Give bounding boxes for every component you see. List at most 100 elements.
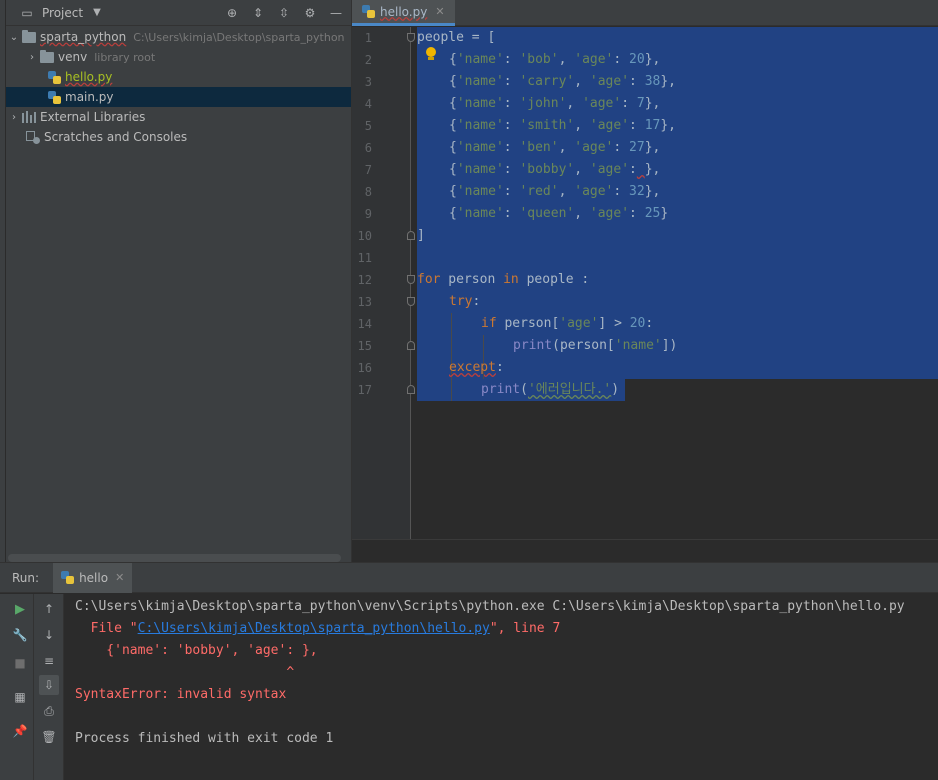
console-file-line: File "C:\Users\kimja\Desktop\sparta_pyth… xyxy=(75,621,561,636)
tree-item-root[interactable]: ⌄ sparta_python C:\Users\kimja\Desktop\s… xyxy=(6,27,351,47)
chevron-right-icon[interactable]: › xyxy=(24,52,40,63)
code-line-14: if person['age'] > 20: xyxy=(481,316,654,331)
line-number: 14 xyxy=(357,317,372,331)
code-line-13: try: xyxy=(449,294,481,309)
run-tab-hello[interactable]: hello ✕ xyxy=(53,562,133,593)
code-line-17: print('에러입니다.') xyxy=(481,382,620,397)
collapse-all-icon[interactable]: ⇳ xyxy=(275,4,293,22)
python-file-icon xyxy=(362,5,375,18)
wrench-icon[interactable]: 🔧 xyxy=(10,625,30,645)
console-exit-line: Process finished with exit code 1 xyxy=(75,731,334,746)
folder-icon xyxy=(22,29,36,43)
chevron-down-icon[interactable]: ▼ xyxy=(93,7,101,18)
locate-icon[interactable]: ⊕ xyxy=(223,4,241,22)
run-toolbar-left: ▶ 🔧 ■ ▦ 📌 xyxy=(0,594,34,780)
tree-item-scratches[interactable]: Scratches and Consoles xyxy=(6,127,351,147)
tree-root-path: C:\Users\kimja\Desktop\sparta_python xyxy=(133,30,345,44)
line-gutter: 1 2 3 4 5 6 7 8 9 10 11 12 13 14 15 16 1… xyxy=(352,27,415,539)
line-number: 15 xyxy=(357,339,372,353)
line-number: 4 xyxy=(364,97,372,111)
trash-icon[interactable]: 🗑 xyxy=(39,727,59,747)
code-area[interactable]: people = [ {'name': 'bob', 'age': 20}, {… xyxy=(417,27,938,539)
expand-all-icon[interactable]: ⇕ xyxy=(249,4,267,22)
tree-item-main[interactable]: main.py xyxy=(6,87,351,107)
fold-marker-icon[interactable] xyxy=(407,297,415,306)
fold-marker-icon[interactable] xyxy=(407,275,415,284)
python-file-icon xyxy=(48,90,61,104)
console-output[interactable]: C:\Users\kimja\Desktop\sparta_python\ven… xyxy=(75,596,938,750)
line-number: 17 xyxy=(357,383,372,397)
line-number: 12 xyxy=(357,273,372,287)
console-command-line: C:\Users\kimja\Desktop\sparta_python\ven… xyxy=(75,599,905,614)
tab-hello-py[interactable]: hello.py ✕ xyxy=(352,0,455,26)
run-header: Run: hello ✕ xyxy=(0,562,938,593)
code-line-10: ] xyxy=(417,228,425,243)
code-line-8: {'name': 'red', 'age': 32}, xyxy=(449,184,661,199)
tree-item-label: main.py xyxy=(65,90,114,104)
project-title[interactable]: Project xyxy=(42,6,83,20)
scratches-icon xyxy=(26,130,40,144)
code-line-5: {'name': 'smith', 'age': 17}, xyxy=(449,118,677,133)
python-file-icon xyxy=(61,571,75,584)
code-line-12: for person in people : xyxy=(417,272,590,287)
editor-breadcrumb-bar xyxy=(352,539,938,562)
code-line-4: {'name': 'john', 'age': 7}, xyxy=(449,96,661,111)
arrow-down-icon[interactable]: ↓ xyxy=(39,625,59,645)
tree-item-external-libraries[interactable]: › External Libraries xyxy=(6,107,351,127)
tree-item-label: Scratches and Consoles xyxy=(44,130,188,144)
console-file-link[interactable]: C:\Users\kimja\Desktop\sparta_python\hel… xyxy=(138,621,490,636)
line-number: 13 xyxy=(357,295,372,309)
code-line-16: except: xyxy=(449,360,504,375)
project-toolbar: ⊕ ⇕ ⇳ ⚙ — xyxy=(223,4,351,22)
code-line-2: {'name': 'bob', 'age': 20}, xyxy=(449,52,661,67)
code-line-15: print(person['name']) xyxy=(513,338,678,353)
tree-item-venv[interactable]: › venv library root xyxy=(6,47,351,67)
run-label: Run: xyxy=(12,570,40,585)
lightbulb-icon[interactable] xyxy=(425,47,437,61)
rerun-icon[interactable]: ▶ xyxy=(10,599,30,619)
close-icon[interactable]: ✕ xyxy=(435,5,444,18)
code-line-7: {'name': 'bobby', 'age': }, xyxy=(449,162,661,177)
run-tab-label: hello xyxy=(79,570,109,585)
tree-item-hint: library root xyxy=(94,50,156,64)
stop-icon[interactable]: ■ xyxy=(10,653,30,673)
print-icon[interactable]: ⎙ xyxy=(39,701,59,721)
editor: hello.py ✕ 1 2 3 4 5 6 7 8 9 10 11 12 13… xyxy=(351,0,938,562)
soft-wrap-icon[interactable]: ≡ xyxy=(39,651,59,671)
project-panel-header: ▭ Project ▼ ⊕ ⇕ ⇳ ⚙ — xyxy=(6,0,351,26)
line-number: 6 xyxy=(364,141,372,155)
tree-item-label: venv xyxy=(58,50,88,64)
project-view-icon: ▭ xyxy=(21,5,33,20)
line-number: 1 xyxy=(364,31,372,45)
layout-icon[interactable]: ▦ xyxy=(10,687,30,707)
project-panel: ▭ Project ▼ ⊕ ⇕ ⇳ ⚙ — ⌄ sparta_python C:… xyxy=(6,0,351,562)
code-line-1: people = [ xyxy=(417,30,496,45)
python-file-icon xyxy=(48,70,61,84)
line-number: 10 xyxy=(357,229,372,243)
gear-icon[interactable]: ⚙ xyxy=(301,4,319,22)
fold-marker-icon[interactable] xyxy=(407,341,415,350)
fold-marker-icon[interactable] xyxy=(407,385,415,394)
tree-item-label: hello.py xyxy=(65,70,113,84)
folder-icon xyxy=(40,49,54,63)
scroll-to-end-icon[interactable]: ⇩ xyxy=(39,675,59,695)
line-number: 7 xyxy=(364,163,372,177)
library-icon xyxy=(22,111,36,123)
tree-item-hello[interactable]: hello.py xyxy=(6,67,351,87)
fold-marker-icon[interactable] xyxy=(407,33,415,42)
run-panel: Run: hello ✕ ▶ 🔧 ■ ▦ 📌 ↑ ↓ ≡ ⇩ ⎙ 🗑 C:\Us… xyxy=(0,562,938,780)
chevron-down-icon[interactable]: ⌄ xyxy=(6,32,22,43)
line-number: 8 xyxy=(364,185,372,199)
line-number: 3 xyxy=(364,75,372,89)
horizontal-scrollbar[interactable] xyxy=(8,554,341,562)
minimize-icon[interactable]: — xyxy=(327,4,345,22)
chevron-right-icon[interactable]: › xyxy=(6,112,22,123)
code-line-6: {'name': 'ben', 'age': 27}, xyxy=(449,140,661,155)
close-icon[interactable]: ✕ xyxy=(115,571,124,584)
pin-icon[interactable]: 📌 xyxy=(10,721,30,741)
console-blank xyxy=(75,706,938,728)
arrow-up-icon[interactable]: ↑ xyxy=(39,599,59,619)
code-line-3: {'name': 'carry', 'age': 38}, xyxy=(449,74,677,89)
fold-marker-icon[interactable] xyxy=(407,231,415,240)
tree-root-label: sparta_python xyxy=(40,30,127,44)
